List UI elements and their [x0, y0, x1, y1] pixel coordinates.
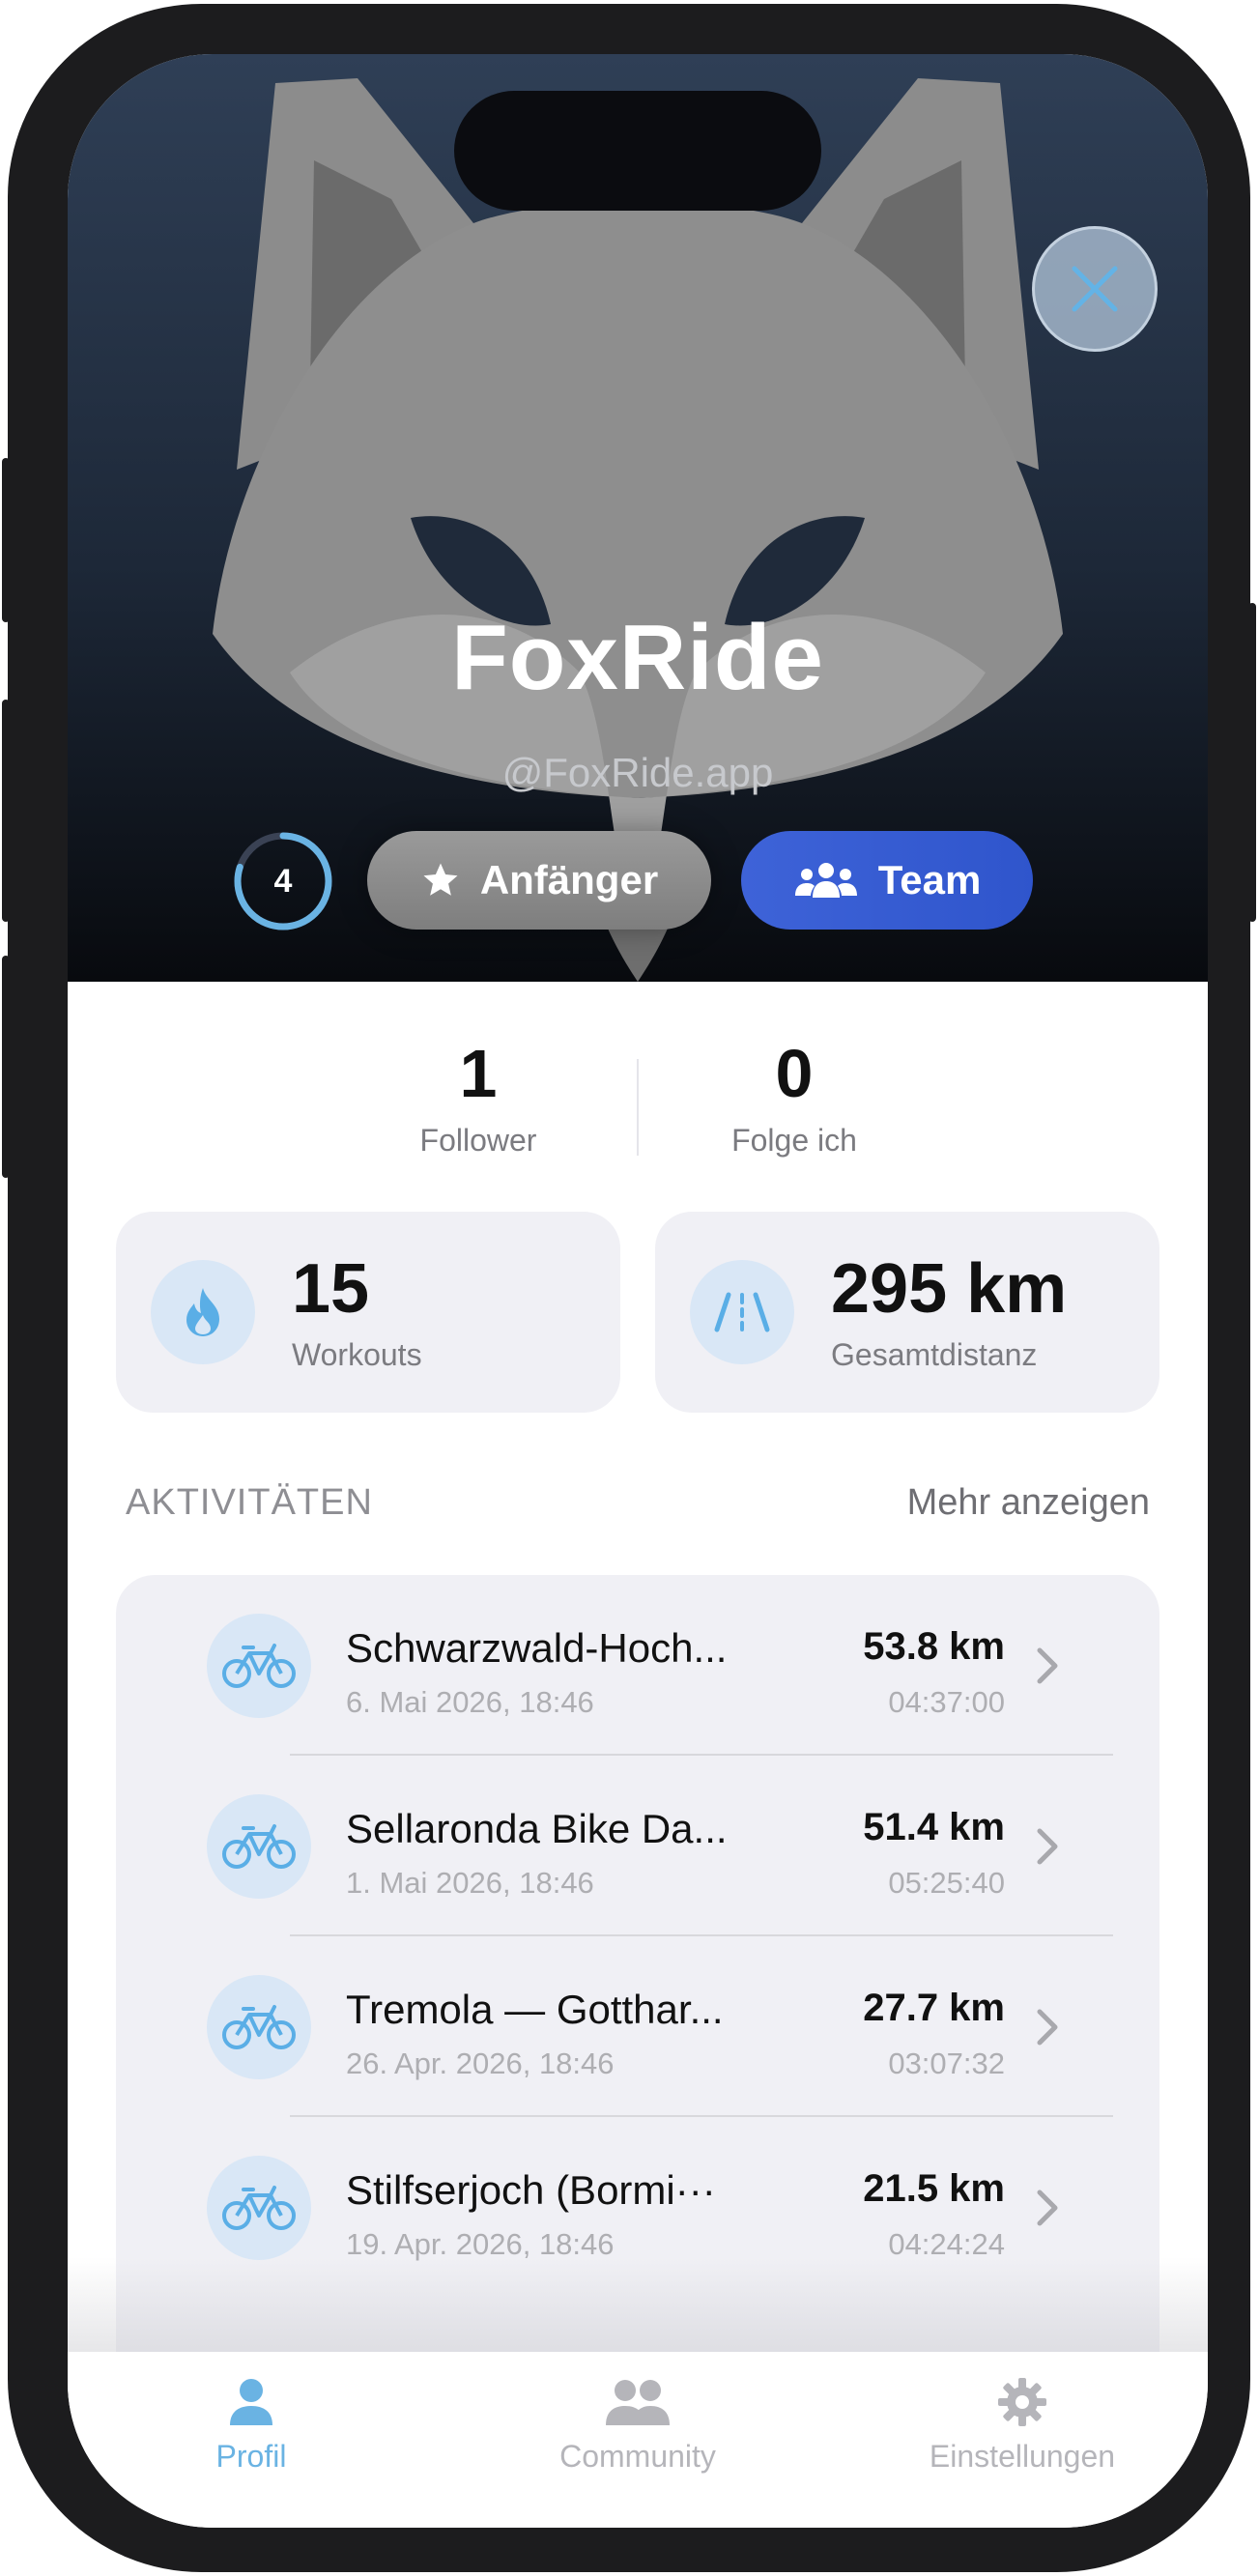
activity-row[interactable]: Schwarzwald-Hoch... 6. Mai 2026, 18:46 5… [116, 1575, 1159, 1756]
activity-icon-circle [207, 1794, 311, 1899]
activities-title: AKTIVITÄTEN [126, 1482, 373, 1523]
following-label: Folge ich [731, 1123, 857, 1158]
following-count: 0 [775, 1036, 814, 1111]
followers-stat[interactable]: 1 Follower [319, 1030, 638, 1159]
activity-duration: 03:07:32 [888, 2046, 1005, 2080]
action-button [2, 458, 10, 622]
activity-distance: 53.8 km [863, 1625, 1005, 1668]
activity-duration: 05:25:40 [888, 1866, 1005, 1900]
star-icon [423, 863, 458, 896]
activity-distance: 27.7 km [863, 1987, 1005, 2029]
activity-distance: 21.5 km [863, 2167, 1005, 2210]
distance-label: Gesamtdistanz [831, 1337, 1038, 1372]
followers-count: 1 [459, 1036, 498, 1111]
tab-label: Community [559, 2439, 716, 2474]
tab-einstellungen[interactable]: Einstellungen [858, 2371, 1187, 2475]
close-icon [1072, 266, 1118, 312]
activity-icon-circle [207, 1975, 311, 2079]
profile-handle: @FoxRide.app [501, 750, 774, 795]
road-icon [714, 1292, 770, 1332]
chevron-right-icon [1037, 2009, 1058, 2046]
close-button[interactable] [1032, 226, 1158, 352]
chevron-right-icon [1037, 1828, 1058, 1865]
chevron-right-icon [1037, 1647, 1058, 1684]
workouts-icon-circle [151, 1260, 255, 1364]
person-icon [230, 2379, 272, 2425]
activity-icon-circle [207, 1614, 311, 1718]
tab-bar: Profil Community Einstellungen [68, 2352, 1208, 2528]
follow-counts: 1 Follower 0 Folge ich [68, 1030, 1208, 1165]
bicycle-icon [222, 1644, 296, 1688]
distance-icon-circle [690, 1260, 794, 1364]
distance-card: 295 km Gesamtdistanz [655, 1212, 1159, 1413]
tab-label: Profil [215, 2439, 287, 2474]
gear-icon [998, 2378, 1046, 2426]
team-icon [794, 863, 857, 898]
scroll-fade [68, 2257, 1208, 2354]
people-icon [606, 2380, 670, 2425]
activity-date: 26. Apr. 2026, 18:46 [346, 2046, 615, 2080]
bicycle-icon [222, 1824, 296, 1869]
show-more-link[interactable]: Mehr anzeigen [907, 1482, 1150, 1524]
tab-label: Einstellungen [929, 2439, 1116, 2474]
activity-name: Stilfserjoch (Bormi··· [346, 2167, 716, 2213]
tab-community[interactable]: Community [473, 2371, 802, 2475]
workouts-label: Workouts [292, 1337, 422, 1372]
phone-frame: FoxRide @FoxRide.app 4 Anfänger Team 1 F… [2, 4, 1256, 2572]
activity-duration: 04:37:00 [888, 1685, 1005, 1719]
profile-name: FoxRide [451, 606, 824, 709]
power-button [1248, 603, 1256, 922]
dynamic-island [454, 91, 821, 211]
rank-label: Anfänger [479, 857, 659, 902]
workouts-value: 15 [292, 1250, 370, 1328]
profile-header: FoxRide @FoxRide.app 4 Anfänger Team [68, 54, 1208, 982]
tab-profil[interactable]: Profil [87, 2371, 415, 2475]
activity-row[interactable]: Tremola — Gotthar... 26. Apr. 2026, 18:4… [116, 1936, 1159, 2117]
activity-name: Tremola — Gotthar... [346, 1987, 724, 2032]
activity-distance: 51.4 km [863, 1806, 1005, 1848]
activity-name: Sellaronda Bike Da... [346, 1806, 728, 1851]
following-stat[interactable]: 0 Folge ich [635, 1030, 954, 1159]
rank-badge[interactable]: Anfänger [367, 831, 711, 930]
level-number: 4 [273, 862, 293, 900]
workouts-card: 15 Workouts [116, 1212, 620, 1413]
volume-up-button [2, 700, 10, 922]
bicycle-icon [222, 2005, 296, 2049]
distance-value: 295 km [831, 1250, 1068, 1328]
activity-icon-circle [207, 2156, 311, 2260]
flame-icon [186, 1288, 219, 1336]
volume-down-button [2, 956, 10, 1178]
chevron-right-icon [1037, 2190, 1058, 2226]
activity-date: 6. Mai 2026, 18:46 [346, 1685, 594, 1719]
activity-date: 1. Mai 2026, 18:46 [346, 1866, 594, 1900]
followers-label: Follower [419, 1123, 537, 1158]
activity-name: Schwarzwald-Hoch... [346, 1625, 728, 1671]
team-badge[interactable]: Team [741, 831, 1033, 930]
screen: FoxRide @FoxRide.app 4 Anfänger Team 1 F… [68, 54, 1208, 2528]
bicycle-icon [222, 2186, 296, 2230]
activity-row[interactable]: Sellaronda Bike Da... 1. Mai 2026, 18:46… [116, 1756, 1159, 1936]
team-label: Team [877, 857, 982, 902]
